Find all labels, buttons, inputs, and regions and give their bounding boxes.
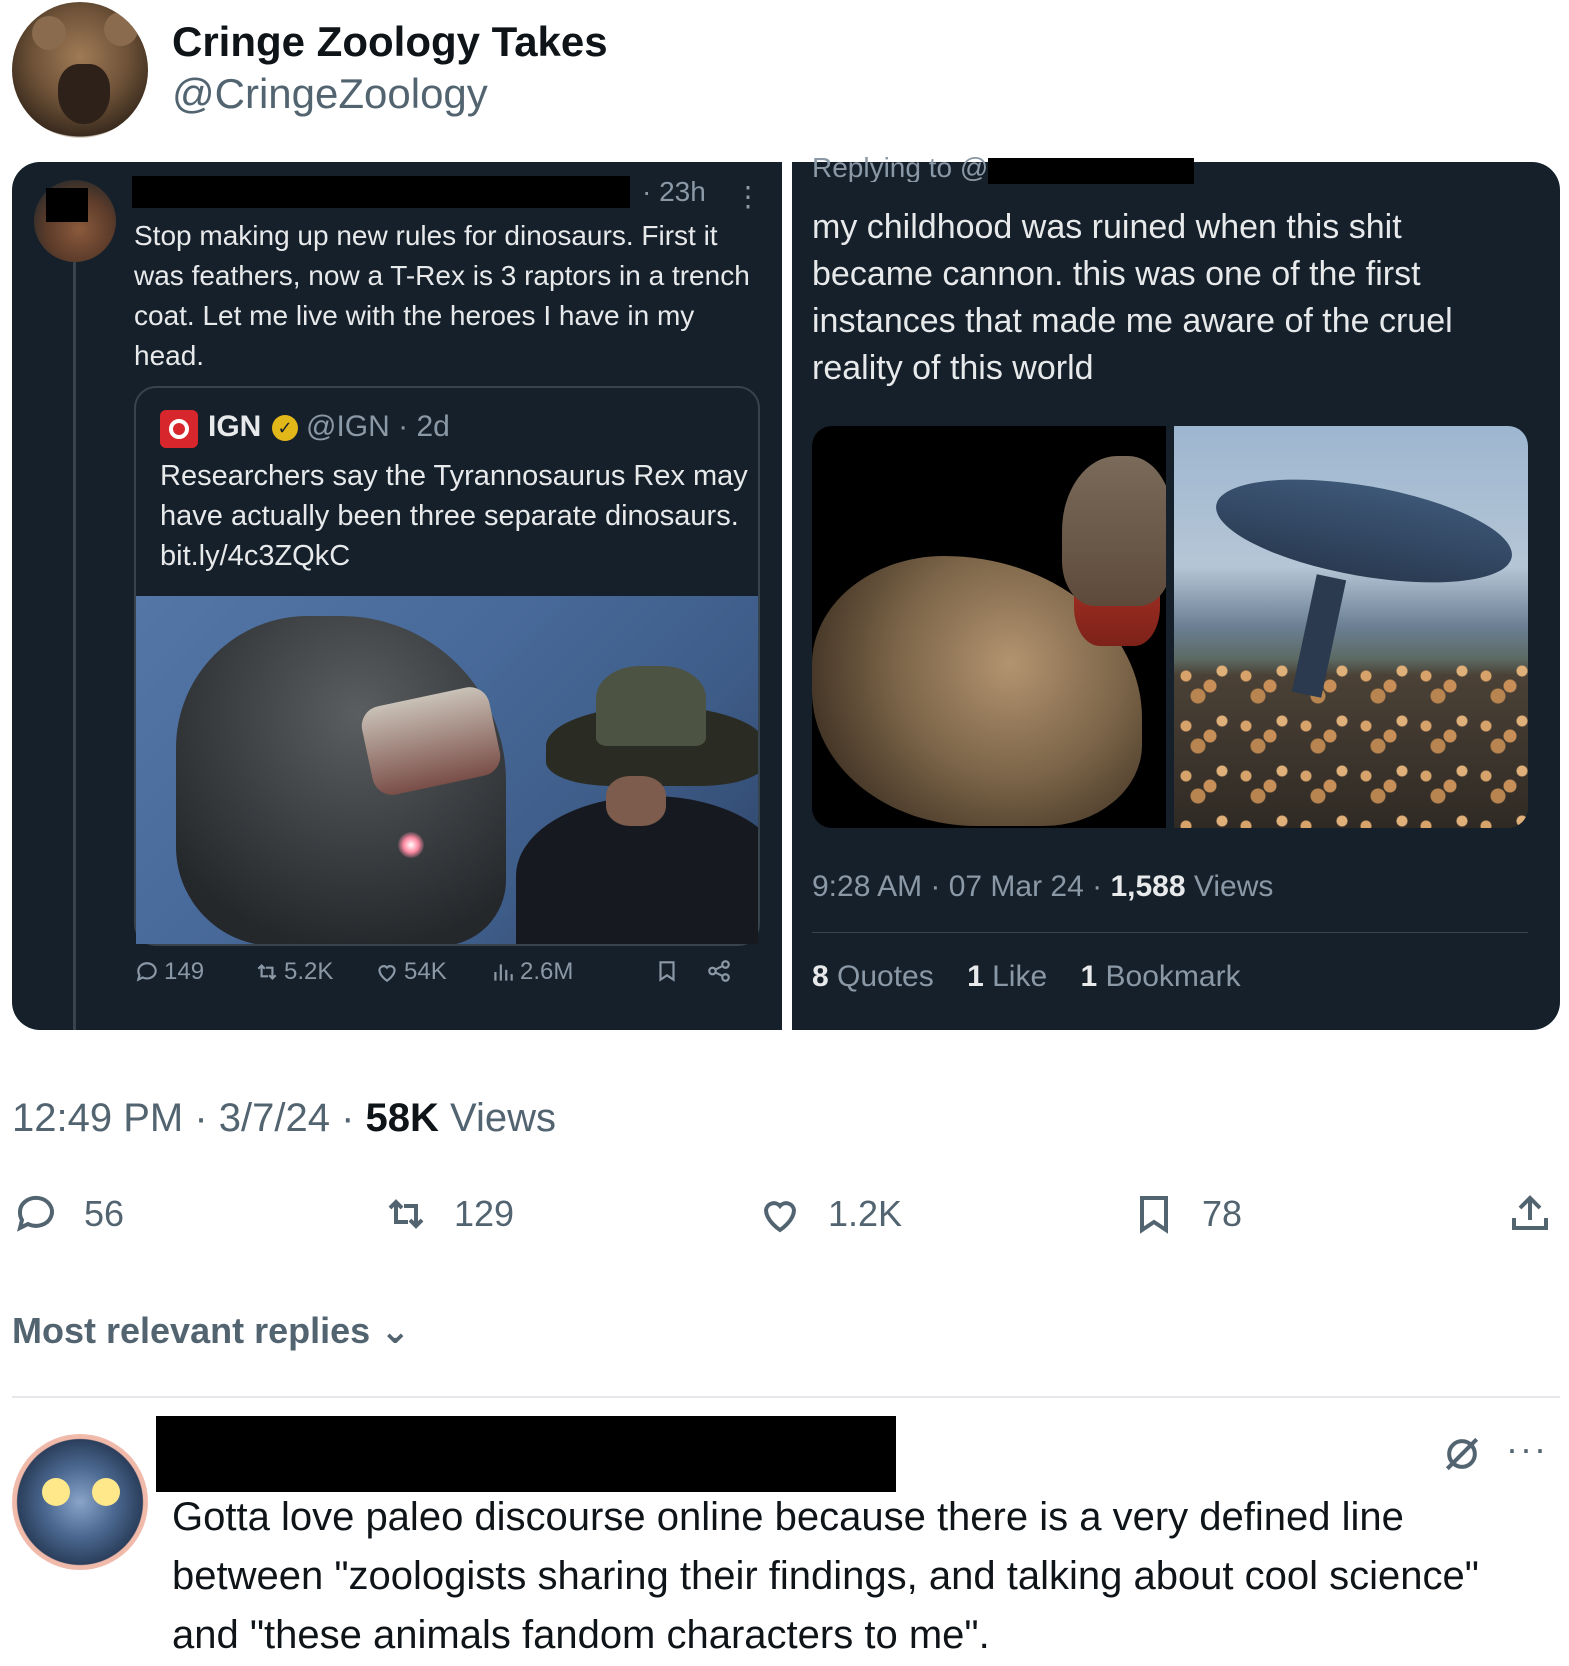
repost-icon bbox=[257, 963, 277, 981]
reply-text: Gotta love paleo discourse online becaus… bbox=[172, 1495, 1479, 1657]
replying-to-label: Replying to @ bbox=[812, 152, 989, 182]
reply-button[interactable]: 56 bbox=[12, 1190, 124, 1238]
trex-movie-still-image bbox=[136, 596, 758, 944]
embedded-tweet-actions: 149 5.2K 54K 2.6M bbox=[134, 958, 760, 998]
quoted-tweet-text: Researchers say the Tyrannosaurus Rex ma… bbox=[160, 460, 748, 572]
divider bbox=[812, 932, 1528, 933]
bookmark-icon bbox=[659, 961, 675, 982]
embedded-reply-count: 149 bbox=[164, 958, 205, 985]
grok-icon[interactable] bbox=[1440, 1432, 1484, 1476]
quoted-author-name: IGN bbox=[208, 410, 262, 443]
reply-author-avatar[interactable] bbox=[12, 1434, 148, 1570]
embedded-reply-stats: 8 Quotes 1 Like 1 Bookmark bbox=[812, 960, 1241, 994]
embedded-share bbox=[706, 958, 732, 984]
views-icon bbox=[494, 964, 513, 981]
embedded-tweet-text: Stop making up new rules for dinosaurs. … bbox=[134, 220, 750, 371]
embedded-like-count: 54K bbox=[404, 958, 447, 985]
redaction-box bbox=[156, 1416, 896, 1492]
repost-button[interactable]: 129 bbox=[382, 1190, 514, 1238]
verified-badge-icon: ✓ bbox=[272, 415, 298, 441]
embedded-reply-stat: 149 bbox=[134, 958, 204, 986]
quotes-label: Quotes bbox=[828, 960, 934, 993]
divider bbox=[12, 1396, 1560, 1398]
reply-icon bbox=[136, 962, 157, 982]
share-icon bbox=[708, 960, 730, 982]
more-options-icon[interactable]: ··· bbox=[1506, 1428, 1548, 1470]
embedded-reply-views-label: Views bbox=[1185, 870, 1274, 903]
quotes-count: 8 bbox=[812, 960, 829, 993]
repost-count: 129 bbox=[454, 1193, 515, 1234]
more-icon: ⋮ bbox=[734, 181, 762, 212]
author-avatar[interactable] bbox=[12, 2, 148, 138]
author-handle[interactable]: @CringeZoology bbox=[172, 70, 488, 118]
embedded-repost-stat: 5.2K bbox=[254, 958, 333, 986]
bookmark-count: 78 bbox=[1202, 1193, 1243, 1234]
redaction-box bbox=[988, 158, 1194, 184]
quoted-author-handle: @IGN · 2d bbox=[306, 410, 450, 443]
replies-sort-label: Most relevant replies bbox=[12, 1310, 371, 1351]
embedded-views-stat: 2.6M bbox=[490, 958, 573, 986]
redaction-box bbox=[46, 188, 88, 222]
share-button[interactable] bbox=[1506, 1190, 1554, 1238]
thread-line bbox=[73, 262, 76, 1030]
embedded-reply-meta: 9:28 AM · 07 Mar 24 · 1,588 Views bbox=[812, 870, 1273, 904]
embedded-timestamp: · 23h bbox=[642, 176, 706, 207]
embedded-views-count: 2.6M bbox=[520, 958, 574, 985]
author-display-name[interactable]: Cringe Zoology Takes bbox=[172, 18, 608, 66]
reply-icon bbox=[17, 1195, 54, 1232]
likes-label: Like bbox=[983, 960, 1048, 993]
embedded-like-stat: 54K bbox=[374, 958, 447, 986]
redaction-box bbox=[132, 176, 630, 208]
like-count: 1.2K bbox=[828, 1193, 903, 1234]
like-button[interactable]: 1.2K bbox=[756, 1190, 902, 1238]
bookmark-icon bbox=[1140, 1196, 1168, 1234]
like-icon bbox=[378, 965, 396, 982]
share-icon bbox=[1512, 1195, 1548, 1230]
embedded-reply-text: my childhood was ruined when this shit b… bbox=[812, 208, 1453, 387]
post-views-label: Views bbox=[438, 1096, 556, 1140]
replies-sort-dropdown[interactable]: Most relevant replies ⌄ bbox=[12, 1310, 410, 1352]
repost-icon bbox=[388, 1199, 424, 1229]
bookmarks-count: 1 bbox=[1080, 960, 1098, 993]
chevron-down-icon: ⌄ bbox=[380, 1310, 411, 1351]
post-actions: 56 129 1.2K 78 bbox=[12, 1190, 1560, 1246]
ign-logo-icon bbox=[160, 410, 198, 448]
embedded-reply-views-count: 1,588 bbox=[1110, 870, 1186, 903]
bookmarks-label: Bookmark bbox=[1097, 960, 1241, 993]
reply-count: 56 bbox=[84, 1193, 125, 1234]
raptor-landscape-image bbox=[1174, 426, 1528, 828]
like-icon bbox=[763, 1201, 797, 1233]
embedded-reply-time: 9:28 AM · 07 Mar 24 · bbox=[812, 870, 1111, 903]
embedded-bookmark bbox=[654, 958, 680, 984]
feathered-trex-image bbox=[812, 426, 1166, 828]
post-views-count: 58K bbox=[365, 1096, 439, 1140]
post-meta: 12:49 PM · 3/7/24 · 58K Views bbox=[12, 1096, 556, 1141]
likes-count: 1 bbox=[967, 960, 984, 993]
embedded-repost-count: 5.2K bbox=[284, 958, 334, 985]
bookmark-button[interactable]: 78 bbox=[1130, 1190, 1242, 1238]
post-time[interactable]: 12:49 PM · 3/7/24 · bbox=[12, 1096, 366, 1140]
